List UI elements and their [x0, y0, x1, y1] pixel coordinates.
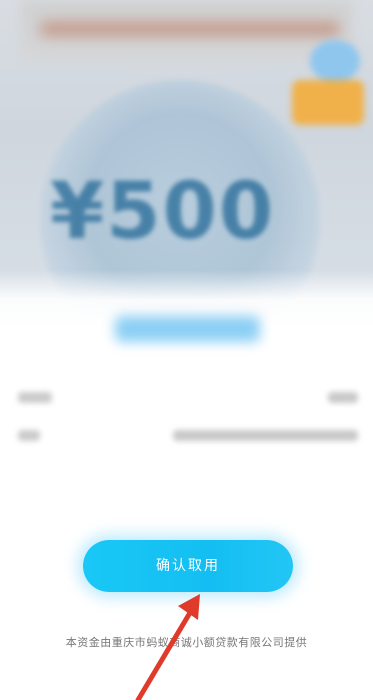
detail-row-value — [173, 430, 358, 441]
mascot-icon — [290, 35, 370, 125]
mascot-head-icon — [310, 40, 360, 82]
detail-row — [18, 388, 358, 408]
detail-row — [18, 426, 358, 446]
detail-row-value — [328, 392, 358, 403]
hero-amount: ¥500 — [50, 167, 276, 257]
mascot-box-icon — [292, 80, 364, 125]
confirm-withdraw-button[interactable]: 确认取用 — [83, 540, 293, 592]
hero-band-text-blurred — [40, 22, 340, 36]
detail-row-label — [18, 392, 52, 403]
sheet-title — [115, 316, 260, 342]
annotation-arrow-icon — [135, 594, 200, 700]
detail-row-label — [18, 430, 40, 441]
